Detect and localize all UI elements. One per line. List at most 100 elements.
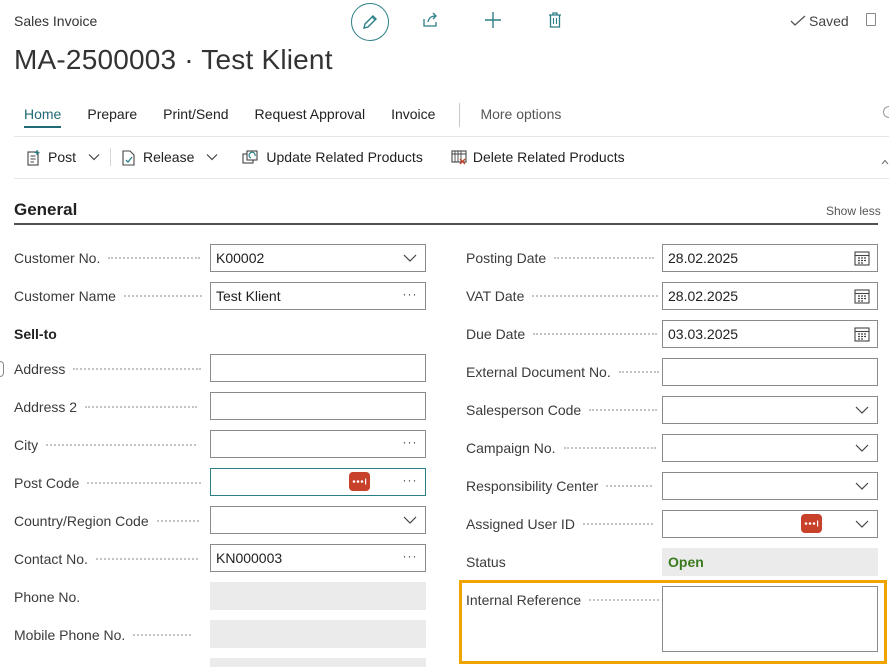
country-label: Country/Region Code: [14, 513, 199, 529]
tab-invoice[interactable]: Invoice: [391, 106, 439, 128]
due-date-label: Due Date: [466, 326, 658, 342]
campaign-field[interactable]: [662, 434, 878, 462]
post-icon: [27, 149, 40, 166]
chevron-down-icon[interactable]: [852, 520, 872, 528]
tab-divider: [459, 103, 461, 127]
chevron-down-icon[interactable]: [206, 153, 218, 161]
posting-date-label-text: Posting Date: [466, 250, 547, 266]
vat-date-field[interactable]: 28.02.2025: [662, 282, 878, 310]
post-code-label-text: Post Code: [14, 475, 80, 491]
city-label-text: City: [14, 437, 39, 453]
section-title[interactable]: General: [14, 200, 77, 220]
city-field[interactable]: ···: [210, 430, 426, 458]
phone-no-label: Phone No.: [14, 589, 82, 605]
address2-field[interactable]: [210, 392, 426, 420]
delete-related-products-button[interactable]: Delete Related Products: [451, 149, 625, 165]
due-date-value: 03.03.2025: [668, 326, 739, 342]
post-code-label: Post Code: [14, 475, 202, 491]
calendar-icon[interactable]: [852, 326, 872, 342]
vat-date-label-text: VAT Date: [466, 288, 525, 304]
address-field[interactable]: [210, 354, 426, 382]
post-label: Post: [48, 149, 77, 165]
contact-no-field[interactable]: KN000003 ···: [210, 544, 426, 572]
mobile-phone-field: [210, 620, 426, 648]
contact-no-label-text: Contact No.: [14, 551, 88, 567]
resp-center-label: Responsibility Center: [466, 478, 653, 494]
chevron-down-icon[interactable]: [852, 444, 872, 452]
address-label-text: Address: [14, 361, 66, 377]
status-label-text: Status: [466, 554, 506, 570]
customer-name-label-text: Customer Name: [14, 288, 116, 304]
add-icon[interactable]: [483, 10, 503, 30]
country-field[interactable]: [210, 506, 426, 534]
tab-prepare[interactable]: Prepare: [87, 106, 141, 128]
ellipsis-icon[interactable]: ···: [400, 287, 420, 301]
edit-button[interactable]: [351, 3, 389, 41]
password-manager-icon[interactable]: [801, 514, 822, 533]
divider: [14, 178, 889, 179]
products-delete-icon: [451, 150, 467, 165]
status-value: Open: [668, 554, 704, 570]
delete-related-label: Delete Related Products: [472, 149, 625, 165]
calendar-icon[interactable]: [852, 288, 872, 304]
chevron-down-icon[interactable]: [400, 516, 420, 524]
delete-icon[interactable]: [545, 10, 565, 30]
release-label: Release: [143, 149, 195, 165]
posting-date-field[interactable]: 28.02.2025: [662, 244, 878, 272]
tab-more-options[interactable]: More options: [480, 106, 565, 128]
ellipsis-icon[interactable]: ···: [400, 435, 420, 449]
assigned-user-field[interactable]: [662, 510, 878, 538]
contact-no-value: KN000003: [216, 550, 283, 566]
chevron-down-icon[interactable]: [400, 254, 420, 262]
saved-label: Saved: [809, 13, 849, 29]
status-field: Open: [662, 548, 878, 576]
customer-name-label: Customer Name: [14, 288, 202, 304]
ellipsis-icon[interactable]: ···: [400, 549, 420, 563]
campaign-label-text: Campaign No.: [466, 440, 556, 456]
post-code-field[interactable]: ···: [210, 468, 426, 496]
page-title: MA-2500003 · Test Klient: [14, 44, 333, 75]
chevron-down-icon[interactable]: [88, 153, 100, 161]
resp-center-field[interactable]: [662, 472, 878, 500]
ext-doc-no-field[interactable]: [662, 358, 878, 386]
customer-no-field[interactable]: K00002: [210, 244, 426, 272]
ext-doc-no-label: External Document No.: [466, 364, 659, 380]
collapse-actions-icon[interactable]: [881, 152, 889, 168]
saved-status: Saved: [790, 13, 849, 29]
due-date-field[interactable]: 03.03.2025: [662, 320, 878, 348]
mobile-phone-label: Mobile Phone No.: [14, 627, 192, 643]
address2-label-text: Address 2: [14, 399, 78, 415]
country-label-text: Country/Region Code: [14, 513, 149, 529]
release-button[interactable]: Release: [121, 149, 218, 166]
tab-print-send[interactable]: Print/Send: [163, 106, 232, 128]
customer-no-value: K00002: [216, 250, 265, 266]
post-button[interactable]: Post: [26, 149, 100, 166]
assigned-user-label: Assigned User ID: [466, 516, 653, 532]
chevron-down-icon[interactable]: [852, 406, 872, 414]
posting-date-value: 28.02.2025: [668, 250, 739, 266]
share-icon[interactable]: [420, 10, 440, 30]
salesperson-field[interactable]: [662, 396, 878, 424]
update-related-products-button[interactable]: Update Related Products: [242, 149, 423, 165]
contact-no-label: Contact No.: [14, 551, 198, 567]
internal-ref-label: Internal Reference: [466, 592, 660, 608]
vat-date-value: 28.02.2025: [668, 288, 739, 304]
internal-ref-textarea[interactable]: [662, 586, 878, 652]
next-field-partial: [210, 658, 426, 667]
show-less-link[interactable]: Show less: [826, 204, 881, 218]
customer-name-field[interactable]: Test Klient ···: [210, 282, 426, 310]
checkmark-icon: [790, 15, 806, 26]
tab-home[interactable]: Home: [14, 106, 65, 128]
status-label: Status: [466, 554, 506, 570]
page-caption: Sales Invoice: [14, 13, 98, 29]
release-icon: [122, 149, 135, 166]
search-icon[interactable]: [883, 106, 889, 118]
expand-handle-icon[interactable]: [0, 361, 4, 377]
calendar-icon[interactable]: [852, 250, 872, 266]
password-manager-icon[interactable]: [349, 472, 370, 491]
document-icon[interactable]: [866, 13, 876, 26]
tab-request-approval[interactable]: Request Approval: [255, 106, 370, 128]
chevron-down-icon[interactable]: [852, 482, 872, 490]
section-divider: [14, 223, 878, 225]
ellipsis-icon[interactable]: ···: [400, 473, 420, 487]
